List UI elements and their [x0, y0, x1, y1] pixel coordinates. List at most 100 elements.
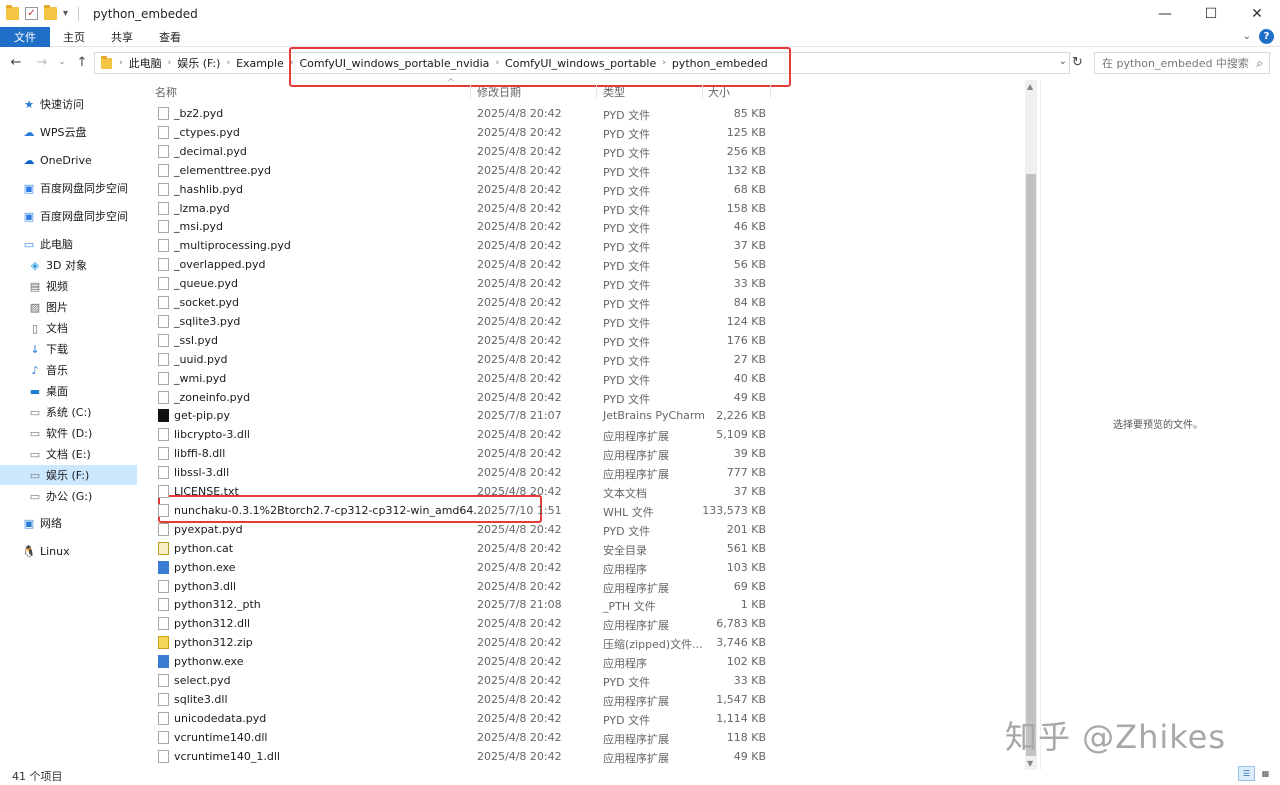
large-icons-view-icon[interactable]: ▦	[1257, 766, 1274, 781]
sidebar-item-quick-access[interactable]: ★ 快速访问	[22, 94, 84, 114]
file-row[interactable]: _wmi.pyd 2025/4/8 20:42 PYD 文件 40 KB	[150, 369, 790, 388]
help-icon[interactable]: ?	[1259, 29, 1274, 44]
file-row[interactable]: vcruntime140.dll 2025/4/8 20:42 应用程序扩展 118 …	[150, 728, 790, 747]
file-row[interactable]: vcruntime140_1.dll 2025/4/8 20:42 应用程序扩展 49…	[150, 747, 790, 766]
preview-message: 选择要预览的文件。	[1113, 420, 1203, 431]
breadcrumb-drive-f[interactable]: 娱乐 (F:)	[172, 55, 225, 71]
sidebar-item-drive-e[interactable]: ▭ 文档 (E:)	[28, 444, 91, 464]
search-input[interactable]: 在 python_embeded 中搜索 ⌕	[1094, 52, 1270, 74]
sidebar-item-music[interactable]: ♪ 音乐	[28, 360, 68, 380]
sidebar-item-documents[interactable]: ▯ 文档	[28, 318, 68, 338]
sidebar-item-desktop[interactable]: ▬ 桌面	[28, 381, 68, 401]
column-divider[interactable]	[702, 84, 703, 98]
scroll-down-icon[interactable]: ▼	[1027, 759, 1033, 768]
sidebar-item-videos[interactable]: ▤ 视频	[28, 276, 68, 296]
forward-arrow-icon[interactable]: →	[34, 55, 50, 70]
file-row[interactable]: _multiprocessing.pyd 2025/4/8 20:42 PYD 文件…	[150, 236, 790, 255]
minimize-button[interactable]: —	[1142, 0, 1188, 27]
file-row[interactable]: _uuid.pyd 2025/4/8 20:42 PYD 文件 27 KB	[150, 350, 790, 369]
customize-toolbar-dropdown[interactable]: ▾	[63, 8, 68, 19]
sidebar-item-baidu-2[interactable]: ▣ 百度网盘同步空间	[22, 206, 128, 226]
file-row[interactable]: python.cat 2025/4/8 20:42 安全目录 561 KB	[150, 539, 790, 558]
sidebar-item-onedrive[interactable]: ☁ OneDrive	[22, 150, 92, 170]
file-row[interactable]: python312.dll 2025/4/8 20:42 应用程序扩展 6,783 K…	[150, 614, 790, 633]
file-row[interactable]: python312.zip 2025/4/8 20:42 压缩(zipped)文件.…	[150, 633, 790, 652]
file-row[interactable]: _sqlite3.pyd 2025/4/8 20:42 PYD 文件 124 KB	[150, 312, 790, 331]
sidebar-item-pictures[interactable]: ▨ 图片	[28, 297, 68, 317]
file-row[interactable]: _msi.pyd 2025/4/8 20:42 PYD 文件 46 KB	[150, 217, 790, 236]
picture-icon: ▨	[29, 300, 41, 314]
column-divider[interactable]	[770, 84, 771, 98]
file-row[interactable]: _ssl.pyd 2025/4/8 20:42 PYD 文件 176 KB	[150, 331, 790, 350]
expand-ribbon-icon[interactable]: ⌄	[1243, 31, 1251, 42]
sidebar-item-drive-f[interactable]: ▭ 娱乐 (F:)	[0, 465, 137, 485]
sidebar-item-label: 网络	[40, 517, 62, 530]
sidebar-item-this-pc[interactable]: ▭ 此电脑	[22, 234, 73, 254]
file-type: PYD 文件	[603, 203, 651, 217]
file-row[interactable]: pyexpat.pyd 2025/4/8 20:42 PYD 文件 201 KB	[150, 520, 790, 539]
column-header-size[interactable]: 大小	[708, 84, 730, 100]
column-divider[interactable]	[470, 84, 471, 98]
file-row[interactable]: _overlapped.pyd 2025/4/8 20:42 PYD 文件 56 KB	[150, 255, 790, 274]
tab-share[interactable]: 共享	[98, 27, 146, 47]
file-row[interactable]: python3.dll 2025/4/8 20:42 应用程序扩展 69 KB	[150, 577, 790, 596]
file-row[interactable]: _lzma.pyd 2025/4/8 20:42 PYD 文件 158 KB	[150, 199, 790, 218]
breadcrumb-example[interactable]: Example	[231, 57, 289, 70]
file-row[interactable]: python.exe 2025/4/8 20:42 应用程序 103 KB	[150, 558, 790, 577]
vertical-scrollbar[interactable]: ▲ ▼	[1025, 80, 1037, 770]
address-dropdown-icon[interactable]: ⌄	[1059, 56, 1067, 67]
file-row[interactable]: _zoneinfo.pyd 2025/4/8 20:42 PYD 文件 49 KB	[150, 388, 790, 407]
file-row[interactable]: _decimal.pyd 2025/4/8 20:42 PYD 文件 256 KB	[150, 142, 790, 161]
file-row[interactable]: _bz2.pyd 2025/4/8 20:42 PYD 文件 85 KB	[150, 104, 790, 123]
sidebar-item-network[interactable]: ▣ 网络	[22, 513, 62, 533]
file-size: 49 KB	[733, 749, 766, 763]
recent-locations-icon[interactable]: ⌄	[54, 57, 70, 67]
properties-icon[interactable]: ✓	[25, 7, 38, 20]
file-row[interactable]: unicodedata.pyd 2025/4/8 20:42 PYD 文件 1,114…	[150, 709, 790, 728]
maximize-button[interactable]: ☐	[1188, 0, 1234, 27]
file-row[interactable]: _queue.pyd 2025/4/8 20:42 PYD 文件 33 KB	[150, 274, 790, 293]
new-folder-icon[interactable]	[44, 5, 57, 20]
column-header-type[interactable]: 类型	[603, 84, 625, 100]
network-icon: ▣	[23, 516, 35, 530]
file-row[interactable]: libssl-3.dll 2025/4/8 20:42 应用程序扩展 777 KB	[150, 463, 790, 482]
scroll-up-icon[interactable]: ▲	[1027, 82, 1033, 91]
column-header-date[interactable]: 修改日期	[477, 84, 521, 100]
close-button[interactable]: ✕	[1234, 0, 1280, 27]
file-row[interactable]: libcrypto-3.dll 2025/4/8 20:42 应用程序扩展 5,109…	[150, 425, 790, 444]
details-view-icon[interactable]: ☰	[1238, 766, 1255, 781]
tab-home[interactable]: 主页	[50, 27, 98, 47]
refresh-icon[interactable]: ↻	[1072, 55, 1083, 70]
file-row[interactable]: nunchaku-0.3.1%2Btorch2.7-cp312-cp312-wi…	[150, 501, 790, 520]
file-row[interactable]: _socket.pyd 2025/4/8 20:42 PYD 文件 84 KB	[150, 293, 790, 312]
file-row[interactable]: LICENSE.txt 2025/4/8 20:42 文本文档 37 KB	[150, 482, 790, 501]
file-row[interactable]: _ctypes.pyd 2025/4/8 20:42 PYD 文件 125 KB	[150, 123, 790, 142]
tab-file[interactable]: 文件	[0, 26, 50, 47]
scrollbar-thumb[interactable]	[1026, 174, 1036, 756]
search-icon[interactable]: ⌕	[1256, 56, 1263, 71]
sidebar-item-linux[interactable]: 🐧 Linux	[22, 541, 70, 561]
sidebar-item-drive-d[interactable]: ▭ 软件 (D:)	[28, 423, 92, 443]
file-row[interactable]: pythonw.exe 2025/4/8 20:42 应用程序 102 KB	[150, 652, 790, 671]
file-type: PYD 文件	[603, 146, 651, 160]
back-arrow-icon[interactable]: ←	[8, 55, 24, 70]
sidebar-item-3d-objects[interactable]: ◈ 3D 对象	[28, 255, 87, 275]
column-divider[interactable]	[596, 84, 597, 98]
sidebar-item-drive-c[interactable]: ▭ 系统 (C:)	[28, 402, 92, 422]
file-row[interactable]: get-pip.py 2025/7/8 21:07 JetBrains PyChar…	[150, 406, 790, 425]
file-type: PYD 文件	[603, 373, 651, 387]
column-header-name[interactable]: 名称	[155, 84, 177, 100]
file-row[interactable]: sqlite3.dll 2025/4/8 20:42 应用程序扩展 1,547 KB	[150, 690, 790, 709]
sidebar-item-wps[interactable]: ☁ WPS云盘	[22, 122, 87, 142]
up-arrow-icon[interactable]: ↑	[74, 55, 90, 70]
sidebar-item-downloads[interactable]: ↓ 下载	[28, 339, 68, 359]
file-row[interactable]: python312._pth 2025/7/8 21:08 _PTH 文件 1 KB	[150, 595, 790, 614]
file-row[interactable]: _hashlib.pyd 2025/4/8 20:42 PYD 文件 68 KB	[150, 180, 790, 199]
file-row[interactable]: libffi-8.dll 2025/4/8 20:42 应用程序扩展 39 KB	[150, 444, 790, 463]
file-row[interactable]: select.pyd 2025/4/8 20:42 PYD 文件 33 KB	[150, 671, 790, 690]
sidebar-item-drive-g[interactable]: ▭ 办公 (G:)	[28, 486, 93, 506]
tab-view[interactable]: 查看	[146, 27, 194, 47]
file-row[interactable]: _elementtree.pyd 2025/4/8 20:42 PYD 文件 132 …	[150, 161, 790, 180]
breadcrumb-this-pc[interactable]: 此电脑	[124, 55, 167, 71]
sidebar-item-baidu-1[interactable]: ▣ 百度网盘同步空间	[22, 178, 128, 198]
